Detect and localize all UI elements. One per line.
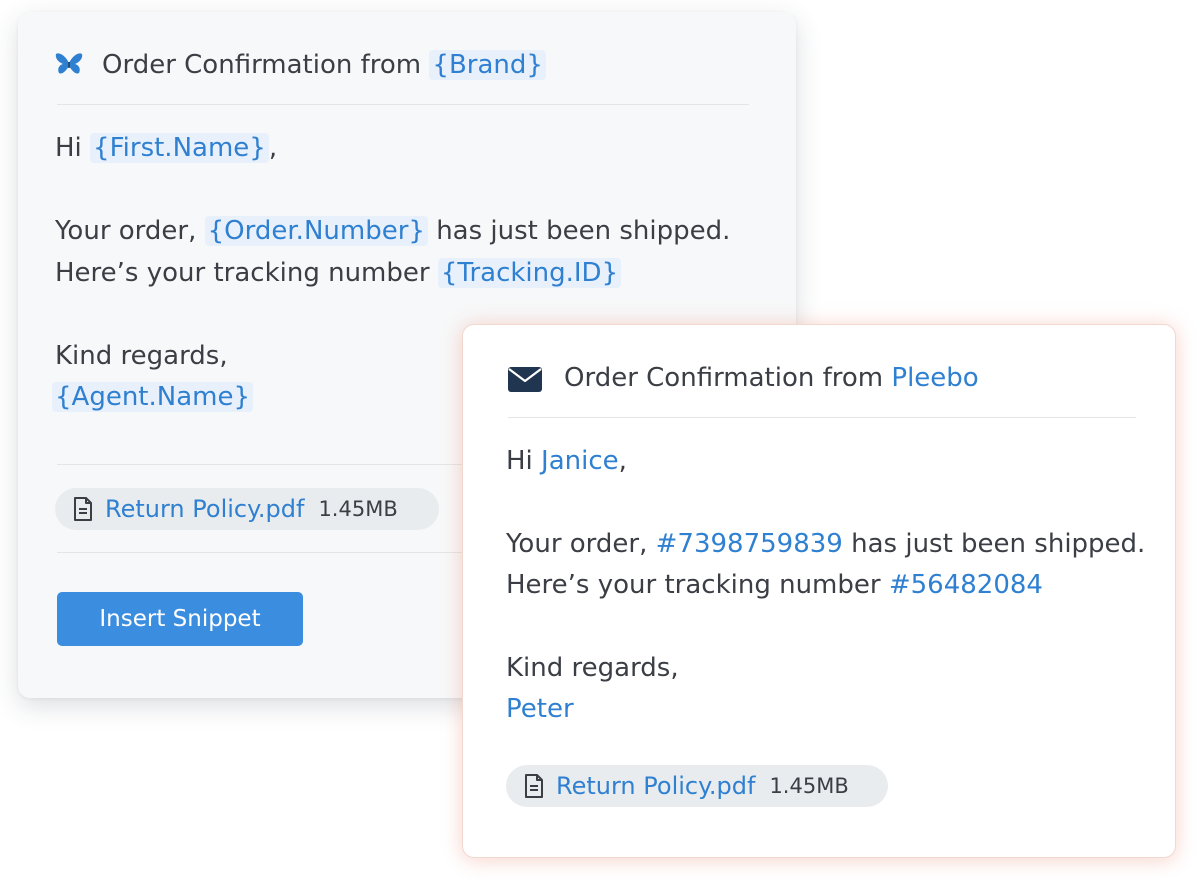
template-header-divider: [57, 104, 749, 105]
order-prefix: Your order,: [506, 529, 648, 559]
agent-name-value: Peter: [506, 694, 574, 724]
template-title: Order Confirmation from {Brand}: [102, 48, 546, 82]
agent-name-variable[interactable]: {Agent.Name}: [52, 382, 254, 412]
insert-snippet-button[interactable]: Insert Snippet: [57, 592, 303, 646]
tracking-prefix: Here’s your tracking number: [506, 570, 881, 600]
order-suffix: has just been shipped.: [436, 216, 731, 246]
preview-title-prefix: Order Confirmation from: [564, 363, 884, 393]
attachment-name[interactable]: Return Policy.pdf: [556, 772, 755, 800]
attachment-name[interactable]: Return Policy.pdf: [105, 495, 304, 523]
order-number-value: #7398759839: [655, 529, 843, 559]
greeting-suffix: ,: [268, 133, 278, 163]
preview-greeting: Hi Janice,: [506, 444, 627, 478]
first-name-value: Janice: [541, 446, 619, 476]
file-icon: [524, 774, 544, 798]
preview-header-divider: [508, 417, 1136, 418]
preview-regards: Kind regards,: [506, 653, 679, 683]
first-name-variable[interactable]: {First.Name}: [90, 133, 269, 163]
template-agent-line: {Agent.Name}: [52, 380, 254, 414]
template-tracking-line: Here’s your tracking number {Tracking.ID…: [55, 256, 622, 290]
template-title-prefix: Order Confirmation from: [102, 50, 422, 80]
greeting-suffix: ,: [618, 446, 627, 476]
preview-tracking-line: Here’s your tracking number #56482084: [506, 568, 1043, 602]
template-body-divider: [57, 464, 477, 465]
brand-variable[interactable]: {Brand}: [429, 50, 546, 80]
butterfly-icon: [55, 52, 83, 76]
greeting-prefix: Hi: [506, 446, 533, 476]
tracking-id-value: #56482084: [888, 570, 1043, 600]
template-order-line: Your order, {Order.Number} has just been…: [55, 214, 730, 248]
template-greeting: Hi {First.Name},: [55, 131, 277, 165]
attachment-size: 1.45MB: [318, 497, 398, 521]
file-icon: [73, 497, 93, 521]
attachment-size: 1.45MB: [769, 774, 849, 798]
preview-title: Order Confirmation from Pleebo: [564, 361, 979, 395]
template-footer-divider: [57, 552, 477, 553]
order-suffix: has just been shipped.: [851, 529, 1146, 559]
preview-attachment-chip[interactable]: Return Policy.pdf 1.45MB: [506, 765, 888, 807]
template-attachment-chip[interactable]: Return Policy.pdf 1.45MB: [55, 488, 439, 530]
brand-value: Pleebo: [891, 363, 979, 393]
template-regards: Kind regards,: [55, 341, 228, 371]
envelope-icon: [508, 367, 542, 392]
preview-order-line: Your order, #7398759839 has just been sh…: [506, 527, 1145, 561]
order-number-variable[interactable]: {Order.Number}: [204, 216, 428, 246]
greeting-prefix: Hi: [55, 133, 82, 163]
snippet-preview-card: Order Confirmation from Pleebo Hi Janice…: [462, 324, 1176, 858]
order-prefix: Your order,: [55, 216, 197, 246]
tracking-id-variable[interactable]: {Tracking.ID}: [437, 258, 622, 288]
tracking-prefix: Here’s your tracking number: [55, 258, 430, 288]
